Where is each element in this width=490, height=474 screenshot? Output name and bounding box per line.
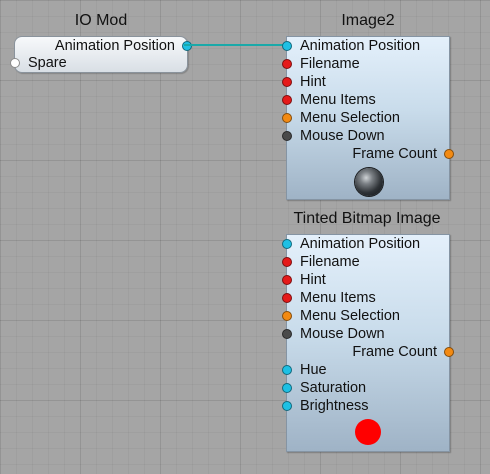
port-connector-icon[interactable] <box>282 113 292 123</box>
image2-input-animation-position[interactable]: Animation Position <box>282 37 421 55</box>
tinted-input-hue[interactable]: Hue <box>282 361 327 379</box>
port-connector-icon[interactable] <box>444 149 454 159</box>
port-connector-icon[interactable] <box>282 401 292 411</box>
image2-input-menu-items[interactable]: Menu Items <box>282 91 376 109</box>
tinted-input-menu-items[interactable]: Menu Items <box>282 289 376 307</box>
io-mod-title: IO Mod <box>74 12 128 29</box>
tinted-input-saturation[interactable]: Saturation <box>282 379 367 397</box>
tinted-input-mouse-down[interactable]: Mouse Down <box>282 325 385 343</box>
port-connector-icon[interactable] <box>282 59 292 69</box>
tinted-bitmap-image-title: Tinted Bitmap Image <box>293 210 441 227</box>
connection-cable[interactable] <box>184 44 283 46</box>
tinted-input-filename[interactable]: Filename <box>282 253 360 271</box>
port-label: Menu Selection <box>300 308 400 324</box>
tinted-input-brightness[interactable]: Brightness <box>282 397 369 415</box>
io-mod-port-animation-position[interactable]: Animation Position <box>54 37 192 55</box>
image2-preview-sphere-icon <box>355 168 383 196</box>
port-connector-icon[interactable] <box>282 383 292 393</box>
image2-input-filename[interactable]: Filename <box>282 55 360 73</box>
port-connector-icon[interactable] <box>282 365 292 375</box>
image2-input-hint[interactable]: Hint <box>282 73 326 91</box>
image2-input-mouse-down[interactable]: Mouse Down <box>282 127 385 145</box>
port-connector-icon[interactable] <box>282 293 292 303</box>
port-label: Filename <box>300 56 360 72</box>
port-connector-icon[interactable] <box>282 311 292 321</box>
port-label: Animation Position <box>300 38 421 54</box>
port-label: Menu Selection <box>300 110 400 126</box>
port-label: Menu Items <box>300 92 376 108</box>
port-connector-icon[interactable] <box>282 95 292 105</box>
port-label: Saturation <box>300 380 367 396</box>
tinted-input-hint[interactable]: Hint <box>282 271 326 289</box>
port-connector-icon[interactable] <box>282 257 292 267</box>
tinted-input-animation-position[interactable]: Animation Position <box>282 235 421 253</box>
tinted-bitmap-image-module[interactable]: Tinted Bitmap Image Animation Position F… <box>282 210 454 454</box>
tinted-preview-red-dot-icon <box>355 419 381 445</box>
tinted-output-frame-count[interactable]: Frame Count <box>352 343 454 361</box>
port-label: Hue <box>300 362 327 378</box>
port-label: Animation Position <box>300 236 421 252</box>
port-label: Animation Position <box>54 38 175 54</box>
port-label: Frame Count <box>352 146 437 162</box>
port-connector-icon[interactable] <box>282 275 292 285</box>
image2-output-frame-count[interactable]: Frame Count <box>352 145 454 163</box>
port-label: Hint <box>300 74 326 90</box>
port-label: Frame Count <box>352 344 437 360</box>
image2-module[interactable]: Image2 Animation Position Filename Hint … <box>282 12 454 200</box>
port-connector-icon[interactable] <box>282 329 292 339</box>
port-label: Filename <box>300 254 360 270</box>
port-connector-icon[interactable] <box>282 77 292 87</box>
port-connector-icon[interactable] <box>282 239 292 249</box>
port-connector-icon[interactable] <box>182 41 192 51</box>
port-label: Hint <box>300 272 326 288</box>
port-label: Menu Items <box>300 290 376 306</box>
port-connector-icon[interactable] <box>444 347 454 357</box>
io-mod-module[interactable]: IO Mod Animation Position Spare <box>10 12 192 74</box>
io-mod-port-spare[interactable]: Spare <box>10 54 67 72</box>
port-label: Brightness <box>300 398 369 414</box>
port-connector-icon[interactable] <box>282 41 292 51</box>
port-connector-icon[interactable] <box>10 58 20 68</box>
image2-body[interactable]: Animation Position Filename Hint Menu It… <box>282 36 454 200</box>
port-label: Spare <box>28 55 67 71</box>
tinted-input-menu-selection[interactable]: Menu Selection <box>282 307 400 325</box>
tinted-bitmap-image-body[interactable]: Animation Position Filename Hint Menu It… <box>282 234 454 452</box>
io-mod-body[interactable]: Animation Position Spare <box>10 36 192 73</box>
port-connector-icon[interactable] <box>282 131 292 141</box>
image2-title: Image2 <box>341 12 395 29</box>
port-label: Mouse Down <box>300 326 385 342</box>
image2-input-menu-selection[interactable]: Menu Selection <box>282 109 400 127</box>
port-label: Mouse Down <box>300 128 385 144</box>
